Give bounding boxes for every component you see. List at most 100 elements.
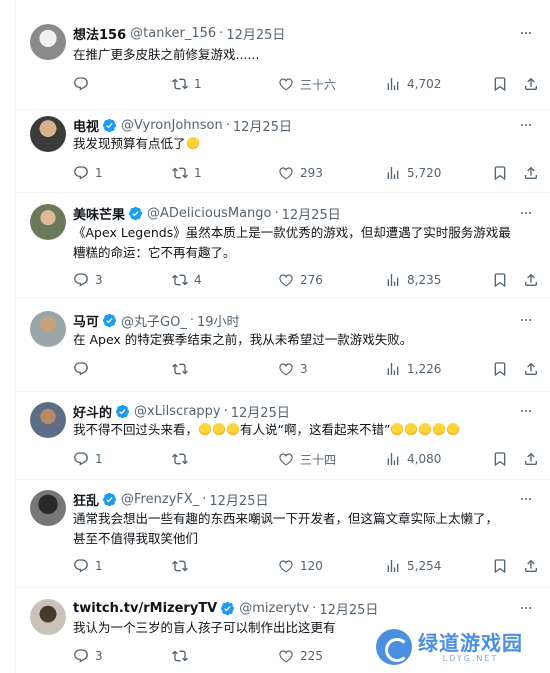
views-button[interactable]: 5,254 <box>385 556 441 576</box>
heart-icon <box>278 272 294 288</box>
share-button[interactable] <box>523 163 545 183</box>
views-button[interactable]: 4,702 <box>385 74 441 94</box>
author-name[interactable]: 马可 <box>73 311 99 330</box>
views-button[interactable]: 4,080 <box>385 449 441 469</box>
more-icon[interactable] <box>517 404 535 418</box>
views-button[interactable]: 5,720 <box>385 163 441 183</box>
tweet-text-line: 我发现预算有点低了 <box>73 136 186 151</box>
retweet-button[interactable] <box>172 449 194 469</box>
tweet-2[interactable]: 美味芒果 @ADeliciousMango · 12月25日 《Apex Leg… <box>16 193 550 298</box>
tweet-4[interactable]: 好斗的 @xLilscrappy · 12月25日 我不得不回过头来看， 有人说“… <box>16 392 550 480</box>
reply-button[interactable]: 3 <box>73 646 103 666</box>
share-icon <box>523 272 539 288</box>
avatar[interactable] <box>30 311 66 347</box>
like-button[interactable]: 3 <box>278 359 308 379</box>
bookmark-button[interactable] <box>492 163 514 183</box>
tweet-actions: 3 1,226 <box>73 359 543 379</box>
more-icon[interactable] <box>517 206 535 220</box>
verified-badge-icon <box>220 601 235 616</box>
tweet-header: 想法156 @tanker_156 · 12月25日 <box>73 23 285 43</box>
reply-button[interactable] <box>73 74 95 94</box>
like-count: 三十六 <box>300 77 337 92</box>
retweet-button[interactable]: 4 <box>172 270 202 290</box>
retweet-button[interactable] <box>172 359 194 379</box>
reply-button[interactable]: 1 <box>73 556 103 576</box>
heart-icon <box>278 648 294 664</box>
bookmark-button[interactable] <box>492 556 514 576</box>
tweet-date[interactable]: 12月25日 <box>209 490 268 509</box>
avatar[interactable] <box>30 204 66 240</box>
reply-button[interactable]: 1 <box>73 449 103 469</box>
author-handle[interactable]: @ADeliciousMango <box>147 206 271 221</box>
author-name[interactable]: 美味芒果 <box>73 204 125 223</box>
more-icon[interactable] <box>517 26 535 40</box>
author-name[interactable]: 狂乱 <box>73 490 99 509</box>
watermark-text-group: 绿道游戏园 LDYG.NET <box>418 632 523 663</box>
share-icon <box>523 451 539 467</box>
tweet-3[interactable]: 马可 @丸子GO_ · 19小时 在 Apex 的特定赛季结束之前，我从未希望过… <box>16 298 550 392</box>
bookmark-button[interactable] <box>492 74 514 94</box>
author-handle[interactable]: @FrenzyFX_ <box>121 492 199 507</box>
author-handle[interactable]: @VyronJohnson <box>121 118 223 133</box>
like-button[interactable]: 225 <box>278 646 323 666</box>
retweet-button[interactable] <box>172 646 194 666</box>
bookmark-button[interactable] <box>492 270 514 290</box>
reply-button[interactable]: 1 <box>73 163 103 183</box>
retweet-icon <box>172 361 188 377</box>
views-button[interactable]: 1,226 <box>385 359 441 379</box>
tweet-date[interactable]: 19小时 <box>197 311 240 330</box>
reply-button[interactable]: 3 <box>73 270 103 290</box>
share-button[interactable] <box>523 359 545 379</box>
author-name[interactable]: 想法156 <box>73 24 126 43</box>
reply-count: 1 <box>95 166 103 180</box>
tweet-date[interactable]: 12月25日 <box>226 24 285 43</box>
share-button[interactable] <box>523 74 545 94</box>
author-handle[interactable]: @丸子GO_ <box>121 311 187 330</box>
share-button[interactable] <box>523 270 545 290</box>
separator-dot: · <box>202 491 207 507</box>
retweet-icon <box>172 165 188 181</box>
bookmark-button[interactable] <box>492 359 514 379</box>
avatar[interactable] <box>30 599 66 635</box>
author-name[interactable]: twitch.tv/rMizeryTV <box>73 601 217 616</box>
tweet-date[interactable]: 12月25日 <box>231 402 290 421</box>
reply-button[interactable] <box>73 359 95 379</box>
avatar[interactable] <box>30 24 66 60</box>
tweet-0[interactable]: 想法156 @tanker_156 · 12月25日 在推广更多皮肤之前修复游戏… <box>16 0 550 110</box>
author-name[interactable]: 好斗的 <box>73 402 112 421</box>
like-button[interactable]: 276 <box>278 270 323 290</box>
retweet-button[interactable] <box>172 556 194 576</box>
tweet-1[interactable]: 电视 @VyronJohnson · 12月25日 我发现预算有点低了 1 1 … <box>16 110 550 193</box>
views-button[interactable]: 8,235 <box>385 270 441 290</box>
share-button[interactable] <box>523 556 545 576</box>
tweet-5[interactable]: 狂乱 @FrenzyFX_ · 12月25日 通常我会想出一些有趣的东西来嘲讽一… <box>16 480 550 588</box>
retweet-button[interactable]: 1 <box>172 74 202 94</box>
author-handle[interactable]: @tanker_156 <box>130 26 216 41</box>
avatar[interactable] <box>30 402 66 438</box>
author-name[interactable]: 电视 <box>73 116 99 135</box>
like-button[interactable]: 三十六 <box>278 74 336 94</box>
tweet-date[interactable]: 12月25日 <box>282 204 341 223</box>
share-icon <box>523 558 539 574</box>
retweet-count: 4 <box>194 273 202 287</box>
share-button[interactable] <box>523 449 545 469</box>
tweet-date[interactable]: 12月25日 <box>319 599 378 618</box>
author-handle[interactable]: @xLilscrappy <box>134 404 221 419</box>
retweet-button[interactable]: 1 <box>172 163 202 183</box>
views-icon <box>385 558 401 574</box>
author-handle[interactable]: @mizerytv <box>239 601 309 616</box>
laughing-emoji-icon <box>405 423 418 435</box>
reply-icon <box>73 648 89 664</box>
bookmark-button[interactable] <box>492 449 514 469</box>
like-button[interactable]: 三十四 <box>278 449 336 469</box>
more-icon[interactable] <box>517 118 535 132</box>
like-button[interactable]: 120 <box>278 556 323 576</box>
views-icon <box>385 76 401 92</box>
more-icon[interactable] <box>517 601 535 615</box>
tweet-date[interactable]: 12月25日 <box>233 116 292 135</box>
avatar[interactable] <box>30 116 66 152</box>
like-button[interactable]: 293 <box>278 163 323 183</box>
more-icon[interactable] <box>517 492 535 506</box>
more-icon[interactable] <box>517 313 535 327</box>
avatar[interactable] <box>30 490 66 526</box>
